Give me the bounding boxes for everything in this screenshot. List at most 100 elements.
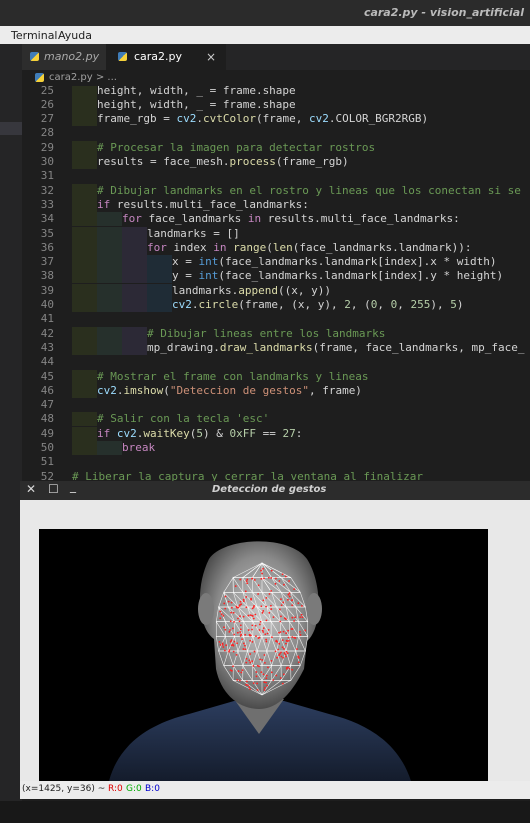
landmark-point xyxy=(235,605,238,608)
indent-guide xyxy=(97,441,122,455)
tab-mano2[interactable]: mano2.py xyxy=(22,44,106,70)
code-line[interactable]: 51 xyxy=(22,455,530,469)
landmark-point xyxy=(263,654,266,656)
code-line[interactable]: 27 frame_rgb = cv2.cvtColor(frame, cv2.CO… xyxy=(22,112,530,127)
code-token: break xyxy=(122,441,156,454)
landmark-point xyxy=(223,602,226,605)
code-line[interactable]: 49 if cv2.waitKey(5) & 0xFF == 27: xyxy=(22,426,530,441)
landmark-point xyxy=(300,613,303,616)
code-token: 5 xyxy=(450,298,457,311)
landmark-point xyxy=(270,659,273,662)
landmark-point xyxy=(279,677,282,679)
menu-item-terminal[interactable]: Terminal xyxy=(11,29,58,42)
code-token: ) xyxy=(456,298,464,311)
code-line[interactable]: 44 xyxy=(22,355,530,369)
code-line[interactable]: 46 cv2.imshow("Deteccion de gestos", fram… xyxy=(22,383,530,398)
code-line[interactable]: 37 x = int(face_landmarks.landmark[index]… xyxy=(22,255,530,270)
landmark-point xyxy=(251,640,254,643)
code-text: cv2.circle(frame, (x, y), 2, (0, 0, 255)… xyxy=(172,298,463,312)
landmark-point xyxy=(299,630,301,633)
code-text: height, width, _ = frame.shape xyxy=(97,98,296,112)
code-line[interactable]: 39 landmarks.append((x, y)) xyxy=(22,283,530,298)
indent-guide xyxy=(122,283,147,298)
code-line[interactable]: 36 for index in range(len(face_landmarks.… xyxy=(22,240,530,255)
code-line[interactable]: 31 xyxy=(22,169,530,183)
code-line[interactable]: 45 # Mostrar el frame con landmarks y lin… xyxy=(22,369,530,384)
code-line[interactable]: 52 # Liberar la captura y cerrar la venta… xyxy=(22,470,530,481)
code-line[interactable]: 42 # Dibujar lineas entre los landmarks xyxy=(22,326,530,341)
code-text: height, width, _ = frame.shape xyxy=(97,86,296,98)
code-token: # Dibujar lineas entre los landmarks xyxy=(147,326,386,340)
landmark-point xyxy=(231,627,234,630)
landmark-point xyxy=(278,642,281,645)
landmark-point xyxy=(230,639,233,642)
code-line[interactable]: 34 for face_landmarks in results.multi_fa… xyxy=(22,212,530,227)
code-text: # Dibujar landmarks en el rostro y linea… xyxy=(97,184,521,198)
menu-item-ayuda[interactable]: Ayuda xyxy=(58,29,92,42)
landmark-point xyxy=(224,595,227,598)
code-line[interactable]: 43 mp_drawing.draw_landmarks(frame, face_… xyxy=(22,340,530,355)
landmark-point xyxy=(276,656,279,659)
code-token: index xyxy=(166,240,214,254)
landmark-point xyxy=(262,610,265,612)
code-token: 2 xyxy=(344,298,351,311)
landmark-point xyxy=(270,590,273,592)
landmark-point xyxy=(265,619,268,622)
code-line[interactable]: 26 height, width, _ = frame.shape xyxy=(22,97,530,112)
landmark-point xyxy=(245,596,248,598)
code-line[interactable]: 30 results = face_mesh.process(frame_rgb) xyxy=(22,155,530,169)
code-line[interactable]: 32 # Dibujar landmarks en el rostro y lin… xyxy=(22,183,530,198)
code-line[interactable]: 35 landmarks = [] xyxy=(22,226,530,241)
code-token: ) & xyxy=(202,426,230,440)
code-token: .COLOR_BGR2RGB) xyxy=(328,112,429,126)
landmark-point xyxy=(245,606,248,609)
code-line[interactable]: 48 # Salir con la tecla 'esc' xyxy=(22,412,530,427)
landmark-point xyxy=(296,648,298,650)
code-line[interactable]: 28 xyxy=(22,126,530,140)
line-number: 34 xyxy=(40,212,54,226)
landmark-point xyxy=(264,686,266,689)
code-editor[interactable]: 25 height, width, _ = frame.shape 26 height… xyxy=(22,86,530,481)
landmark-point xyxy=(270,604,272,607)
code-line[interactable]: 33 if results.multi_face_landmarks: xyxy=(22,197,530,212)
code-line[interactable]: 41 xyxy=(22,312,530,326)
minimize-icon[interactable]: _ xyxy=(70,479,76,493)
code-line[interactable]: 47 xyxy=(22,398,530,412)
landmark-point xyxy=(283,583,285,586)
landmark-point xyxy=(274,582,277,585)
code-line[interactable]: 38 y = int(face_landmarks.landmark[index]… xyxy=(22,269,530,284)
landmark-point xyxy=(239,628,242,631)
landmark-point xyxy=(230,606,233,609)
landmark-point xyxy=(232,611,235,614)
code-line[interactable]: 29 # Procesar la imagen para detectar ros… xyxy=(22,140,530,155)
landmark-point xyxy=(282,673,285,676)
code-text: # Dibujar lineas entre los landmarks xyxy=(147,327,385,341)
line-number: 52 xyxy=(40,469,54,481)
landmark-point xyxy=(288,595,291,598)
code-line[interactable]: 40 cv2.circle(frame, (x, y), 2, (0, 0, 25… xyxy=(22,298,530,312)
code-line[interactable]: 50 break xyxy=(22,441,530,455)
indent-guide xyxy=(97,298,122,312)
landmark-point xyxy=(291,599,294,601)
landmark-point xyxy=(288,580,290,582)
explorer-selected-row[interactable] xyxy=(0,122,22,135)
landmark-point xyxy=(258,623,261,626)
window-title: cara2.py - vision_artificial xyxy=(363,6,524,19)
breadcrumb-more[interactable]: > ... xyxy=(93,72,117,83)
landmark-point xyxy=(261,611,264,614)
code-token: y = xyxy=(172,269,199,283)
code-token: height, width, _ = frame.shape xyxy=(97,86,296,97)
close-tab-icon[interactable]: × xyxy=(206,44,216,70)
line-number: 47 xyxy=(40,398,54,412)
indent-guide xyxy=(97,283,122,298)
landmark-point xyxy=(281,682,284,685)
opencv-window[interactable]: ✕ ☐ _ Deteccion de gestos (x=1425, y=36)… xyxy=(20,479,530,799)
tab-cara2[interactable]: cara2.py × xyxy=(106,44,226,70)
code-line[interactable]: 25 height, width, _ = frame.shape xyxy=(22,86,530,98)
tab-label: mano2.py xyxy=(44,50,100,63)
close-icon[interactable]: ✕ xyxy=(26,482,36,496)
landmark-point xyxy=(249,639,252,642)
breadcrumb-file[interactable]: cara2.py xyxy=(49,72,93,83)
landmark-point xyxy=(275,674,278,677)
restore-icon[interactable]: ☐ xyxy=(48,482,59,496)
